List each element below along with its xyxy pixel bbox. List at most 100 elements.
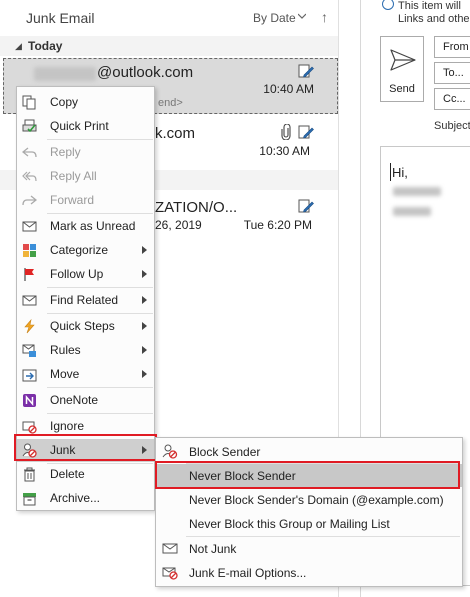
submenu-item-label: Never Block this Group or Mailing List [189, 517, 390, 531]
reply-icon [22, 147, 37, 158]
menu-item-reply-all[interactable]: Reply All [17, 165, 154, 188]
menu-item-label: Find Related [50, 293, 119, 307]
group-label: Today [28, 39, 63, 53]
menu-item-mark-as-unread[interactable]: Mark as Unread [17, 215, 154, 238]
menu-item-copy[interactable]: Copy [17, 91, 154, 114]
menu-item-label: Quick Steps [50, 319, 115, 333]
onenote-icon [23, 394, 36, 407]
forward-icon [22, 195, 37, 206]
draft-pencil-icon [298, 64, 314, 78]
subject-label: Subject [434, 120, 470, 132]
menu-item-label: Archive... [50, 491, 101, 505]
mail-sender: @outlook.com [97, 64, 194, 81]
ignore-icon [22, 421, 37, 434]
submenu-item-label: Block Sender [189, 445, 261, 459]
menu-item-move[interactable]: Move [17, 363, 154, 386]
submenu-arrow-icon [142, 296, 147, 304]
send-icon [390, 49, 416, 71]
submenu-arrow-icon [142, 370, 147, 378]
lightning-icon [24, 319, 35, 334]
submenu-arrow-icon [142, 270, 147, 278]
menu-separator [47, 287, 153, 288]
redacted-sender [34, 67, 96, 81]
mail-sender: k.com [155, 125, 196, 142]
menu-separator [47, 387, 153, 388]
menu-item-find-related[interactable]: Find Related [17, 289, 154, 312]
mail-sender: ZATION/O... [155, 199, 238, 216]
menu-separator [47, 213, 153, 214]
never-block-highlight-box [155, 461, 460, 489]
send-label: Send [389, 83, 415, 95]
menu-separator [47, 413, 153, 414]
submenu-arrow-icon [142, 322, 147, 330]
mail-time: 10:30 AM [259, 144, 310, 158]
menu-item-quick-print[interactable]: Quick Print [17, 115, 154, 138]
draft-pencil-icon [298, 199, 314, 213]
submenu-item-not-junk[interactable]: Not Junk [156, 537, 462, 560]
send-button[interactable]: Send [380, 36, 424, 102]
to-button[interactable]: To... [434, 62, 470, 84]
body-greeting: Hi, [392, 165, 408, 180]
submenu-arrow-icon [142, 346, 147, 354]
quick-print-icon [22, 119, 37, 133]
envelope-icon [22, 221, 37, 232]
junk-submenu: Block Sender Never Block Sender Never Bl… [155, 437, 463, 587]
block-sender-icon [162, 444, 178, 459]
submenu-item-block-sender[interactable]: Block Sender [156, 440, 462, 463]
trash-icon [24, 467, 35, 482]
mail-date-fragment: 26, 2019 [155, 218, 202, 232]
menu-item-label: Reply [50, 145, 81, 159]
menu-item-label: Ignore [50, 419, 85, 433]
menu-item-categorize[interactable]: Categorize [17, 239, 154, 262]
menu-item-label: Forward [50, 193, 95, 207]
find-related-icon [22, 295, 37, 306]
menu-item-label: Quick Print [50, 119, 109, 133]
junk-options-icon [162, 567, 178, 580]
move-icon [22, 369, 37, 382]
collapse-triangle-icon[interactable]: ◢ [15, 41, 22, 52]
menu-item-reply[interactable]: Reply [17, 141, 154, 164]
menu-separator [47, 313, 153, 314]
list-header: Junk Email By Date ↑ [0, 0, 338, 36]
junk-highlight-box [14, 434, 157, 461]
menu-item-quick-steps[interactable]: Quick Steps [17, 315, 154, 338]
menu-item-forward[interactable]: Forward [17, 189, 154, 212]
submenu-item-junk-options[interactable]: Junk E-mail Options... [156, 561, 462, 584]
menu-item-label: OneNote [50, 393, 99, 407]
mail-time: Tue 6:20 PM [243, 218, 312, 232]
menu-item-delete[interactable]: Delete [17, 463, 154, 486]
submenu-item-never-block-group[interactable]: Never Block this Group or Mailing List [156, 512, 462, 535]
menu-item-follow-up[interactable]: Follow Up [17, 263, 154, 286]
rules-icon [22, 344, 36, 357]
flag-icon [24, 268, 34, 281]
categorize-icon [23, 244, 36, 257]
draft-pencil-icon [298, 125, 314, 139]
menu-item-archive[interactable]: Archive... [17, 487, 154, 510]
envelope-icon [162, 543, 178, 554]
group-header-today[interactable]: ◢ Today [0, 36, 338, 56]
menu-separator [47, 139, 153, 140]
reply-all-icon [22, 171, 37, 182]
arrow-up-icon[interactable]: ↑ [321, 9, 328, 25]
menu-item-label: Delete [50, 467, 85, 481]
mail-preview: end> [158, 97, 183, 109]
menu-item-rules[interactable]: Rules [17, 339, 154, 362]
info-text-line: This item will [398, 0, 461, 12]
copy-icon [22, 95, 36, 110]
menu-item-label: Reply All [50, 169, 97, 183]
menu-item-label: Follow Up [50, 267, 104, 281]
folder-title: Junk Email [26, 10, 95, 26]
menu-item-label: Move [50, 367, 80, 381]
sort-by-date-button[interactable]: By Date [253, 11, 296, 25]
text-caret [390, 163, 391, 181]
redacted-text [393, 207, 431, 216]
from-button[interactable]: From [434, 36, 470, 58]
menu-item-label: Mark as Unread [50, 219, 136, 233]
submenu-arrow-icon [142, 246, 147, 254]
menu-item-onenote[interactable]: OneNote [17, 389, 154, 412]
cc-button[interactable]: Cc... [434, 88, 470, 110]
redacted-text [393, 187, 441, 196]
chevron-down-icon[interactable] [298, 12, 306, 20]
info-bar: This item will Links and other [398, 0, 470, 26]
submenu-item-never-block-domain[interactable]: Never Block Sender's Domain (@example.co… [156, 488, 462, 511]
